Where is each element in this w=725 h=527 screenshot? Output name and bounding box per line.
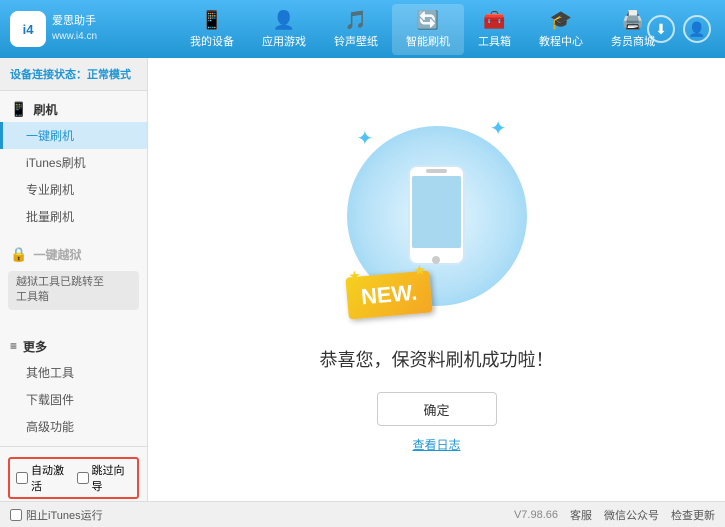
content-area: ✦ ✦ NEW. 恭喜您，保资料刷机成功啦！ 确定 查看日志 bbox=[148, 58, 725, 501]
tab-smart-flash[interactable]: 🔄 智能刷机 bbox=[392, 4, 464, 55]
sparkle-icon-1: ✦ bbox=[357, 126, 374, 151]
sidebar-bottom: 自动激活 跳过向导 📱 iPhone 15 Pro Max 512GB bbox=[0, 446, 147, 501]
header: i4 爱思助手 www.i4.cn 📱 我的设备 👤 应用游戏 🎵 铃声壁纸 🔄… bbox=[0, 0, 725, 58]
new-badge: NEW. bbox=[345, 270, 433, 319]
more-section: ≡ 更多 其他工具 下载固件 高级功能 bbox=[0, 328, 147, 446]
flash-section-icon: 📱 bbox=[10, 101, 27, 118]
phone-svg bbox=[404, 164, 469, 269]
lock-icon: 🔒 bbox=[10, 246, 27, 263]
service-icon: 🖨️ bbox=[622, 10, 644, 31]
jailbreak-section: 🔒 一键越狱 越狱工具已跳转至 工具箱 bbox=[0, 236, 147, 320]
user-icon[interactable]: 👤 bbox=[683, 15, 711, 43]
apps-icon: 👤 bbox=[273, 10, 295, 31]
toolbox-icon: 🧰 bbox=[483, 10, 505, 31]
tab-apps-games[interactable]: 👤 应用游戏 bbox=[248, 4, 320, 55]
tab-my-device[interactable]: 📱 我的设备 bbox=[176, 4, 248, 55]
sidebar-status: 设备连接状态：正常模式 bbox=[0, 58, 147, 91]
checkbox-row: 自动激活 跳过向导 bbox=[8, 457, 139, 499]
logo-area: i4 爱思助手 www.i4.cn bbox=[10, 11, 130, 47]
footer-link-wechat[interactable]: 微信公众号 bbox=[604, 507, 659, 523]
more-icon: ≡ bbox=[10, 339, 17, 353]
device-icon: 📱 bbox=[201, 10, 223, 31]
checkbox-area: 自动激活 跳过向导 bbox=[0, 453, 147, 501]
sidebar-item-download-firmware[interactable]: 下载固件 bbox=[0, 386, 147, 413]
auto-activate-checkbox-item[interactable]: 自动激活 bbox=[16, 462, 71, 494]
tutorial-icon: 🎓 bbox=[550, 10, 572, 31]
success-illustration: ✦ ✦ NEW. bbox=[337, 106, 537, 326]
bottom-right: V7.98.66 客服 微信公众号 检查更新 bbox=[514, 507, 715, 523]
download-icon[interactable]: ⬇ bbox=[647, 15, 675, 43]
flash-section: 📱 刷机 一键刷机 iTunes刷机 专业刷机 批量刷机 bbox=[0, 91, 147, 236]
success-message: 恭喜您，保资料刷机成功啦！ bbox=[320, 346, 554, 372]
sidebar-item-one-key-flash[interactable]: 一键刷机 bbox=[0, 122, 147, 149]
flash-section-header[interactable]: 📱 刷机 bbox=[0, 97, 147, 122]
sidebar: 设备连接状态：正常模式 📱 刷机 一键刷机 iTunes刷机 专业刷机 批量刷机 bbox=[0, 58, 148, 501]
nav-tabs: 📱 我的设备 👤 应用游戏 🎵 铃声壁纸 🔄 智能刷机 🧰 工具箱 🎓 教程中心… bbox=[130, 4, 715, 55]
version-text: V7.98.66 bbox=[514, 509, 558, 521]
sidebar-item-other-tools[interactable]: 其他工具 bbox=[0, 359, 147, 386]
logo-text: 爱思助手 www.i4.cn bbox=[52, 14, 97, 43]
sparkle-icon-2: ✦ bbox=[490, 116, 507, 141]
sidebar-item-batch-flash[interactable]: 批量刷机 bbox=[0, 203, 147, 230]
jailbreak-note: 越狱工具已跳转至 工具箱 bbox=[8, 271, 139, 310]
more-section-header[interactable]: ≡ 更多 bbox=[0, 334, 147, 359]
itunes-row: 阻止iTunes运行 bbox=[10, 507, 103, 523]
sidebar-item-pro-flash[interactable]: 专业刷机 bbox=[0, 176, 147, 203]
skip-guide-checkbox[interactable] bbox=[77, 472, 89, 484]
tab-tutorial[interactable]: 🎓 教程中心 bbox=[525, 4, 597, 55]
bottom-left: 阻止iTunes运行 bbox=[10, 507, 103, 523]
footer-link-home[interactable]: 客服 bbox=[570, 507, 592, 523]
tab-toolbox[interactable]: 🧰 工具箱 bbox=[464, 4, 525, 55]
view-log-link[interactable]: 查看日志 bbox=[412, 436, 460, 453]
bottom-bar: 阻止iTunes运行 V7.98.66 客服 微信公众号 检查更新 bbox=[0, 501, 725, 527]
smart-flash-icon: 🔄 bbox=[417, 10, 439, 31]
block-itunes-checkbox[interactable] bbox=[10, 509, 22, 521]
header-right-icons: ⬇ 👤 bbox=[647, 15, 711, 43]
tab-ringtone[interactable]: 🎵 铃声壁纸 bbox=[320, 4, 392, 55]
ringtone-icon: 🎵 bbox=[345, 10, 367, 31]
logo-icon: i4 bbox=[10, 11, 46, 47]
confirm-button[interactable]: 确定 bbox=[377, 392, 497, 426]
jailbreak-header: 🔒 一键越狱 bbox=[0, 242, 147, 267]
footer-link-check-update[interactable]: 检查更新 bbox=[671, 507, 715, 523]
auto-activate-checkbox[interactable] bbox=[16, 472, 28, 484]
sidebar-item-itunes-flash[interactable]: iTunes刷机 bbox=[0, 149, 147, 176]
skip-guide-checkbox-item[interactable]: 跳过向导 bbox=[77, 462, 132, 494]
sidebar-item-advanced[interactable]: 高级功能 bbox=[0, 413, 147, 440]
main-layout: 设备连接状态：正常模式 📱 刷机 一键刷机 iTunes刷机 专业刷机 批量刷机 bbox=[0, 58, 725, 501]
